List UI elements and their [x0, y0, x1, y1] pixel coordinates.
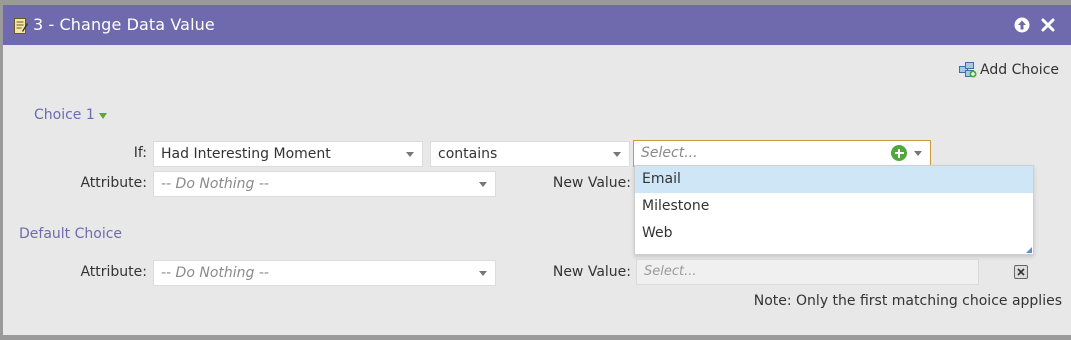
dropdown-option[interactable]: Milestone [635, 193, 1033, 220]
chevron-down-icon [479, 271, 487, 276]
chevron-down-icon [613, 152, 621, 157]
operator-select[interactable]: contains [430, 141, 630, 167]
default-new-value-label: New Value: [552, 264, 631, 280]
chevron-down-icon [914, 151, 922, 156]
delete-button[interactable] [1014, 265, 1028, 279]
operator-value: contains [438, 146, 498, 162]
resize-grip-icon[interactable] [1026, 247, 1032, 253]
default-attribute-label: Attribute: [80, 264, 147, 280]
delete-x-icon [1017, 268, 1025, 276]
add-value-icon[interactable] [891, 145, 907, 161]
dropdown-option[interactable]: Email [635, 166, 1033, 193]
default-choice-heading: Default Choice [19, 226, 123, 242]
add-choice-label: Add Choice [980, 62, 1059, 78]
attribute-select[interactable]: -- Do Nothing -- [153, 171, 496, 197]
close-button[interactable] [1039, 16, 1057, 34]
arrow-up-circle-icon [1014, 17, 1030, 33]
condition-value-placeholder: Select... [641, 145, 698, 161]
attribute-label: Attribute: [80, 175, 147, 191]
dialog-title: 3 - Change Data Value [33, 15, 215, 34]
change-data-value-dialog: 3 - Change Data Value Add Choice Choice … [3, 5, 1071, 335]
dialog-titlebar: 3 - Change Data Value [3, 5, 1071, 45]
attribute-placeholder: -- Do Nothing -- [161, 176, 269, 192]
default-attribute-select[interactable]: -- Do Nothing -- [153, 260, 496, 286]
if-label: If: [133, 145, 147, 161]
condition-field-select[interactable]: Had Interesting Moment [153, 141, 423, 167]
default-attribute-placeholder: -- Do Nothing -- [161, 265, 269, 281]
new-value-label: New Value: [552, 175, 631, 191]
collapse-triangle-icon [98, 113, 107, 119]
collapse-button[interactable] [1013, 16, 1031, 34]
chevron-down-icon [479, 182, 487, 187]
default-new-value-input[interactable]: Select... [636, 259, 979, 285]
note-text: Note: Only the first matching choice app… [753, 293, 1062, 309]
edit-document-icon [14, 17, 28, 34]
condition-value-select[interactable]: Select... [633, 140, 931, 167]
chevron-down-icon [406, 152, 414, 157]
condition-field-value: Had Interesting Moment [161, 146, 331, 162]
choice-1-label: Choice 1 [34, 107, 95, 123]
choice-1-heading[interactable]: Choice 1 [34, 107, 107, 123]
dropdown-option[interactable]: Web [635, 220, 1033, 247]
add-choice-button[interactable]: Add Choice [959, 62, 1059, 78]
add-choice-icon [959, 62, 977, 78]
close-x-icon [1041, 18, 1055, 32]
value-dropdown-list: Email Milestone Web [634, 165, 1034, 255]
